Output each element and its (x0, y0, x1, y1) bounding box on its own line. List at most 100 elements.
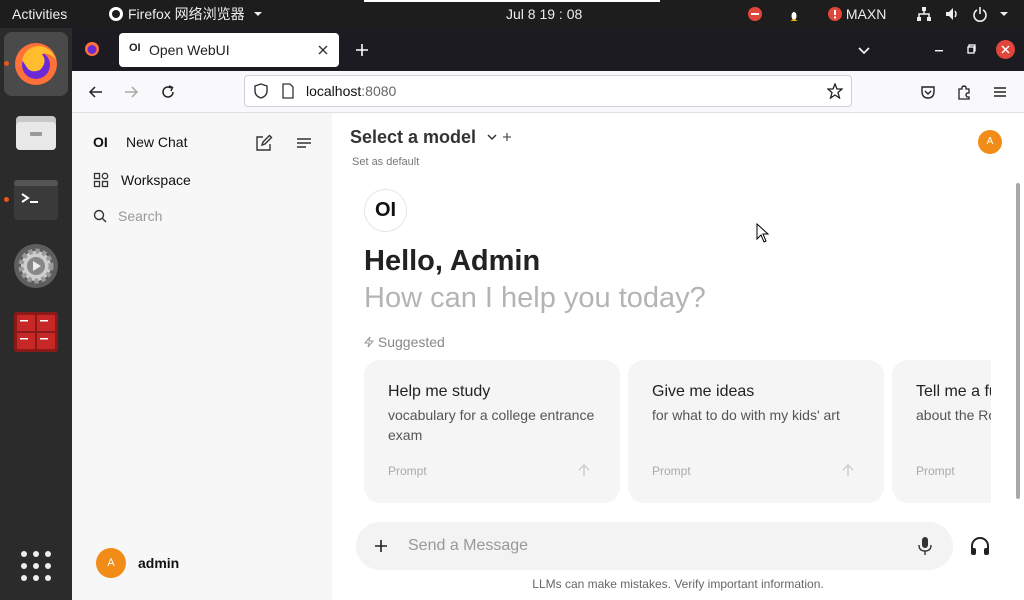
activities-button[interactable]: Activities (12, 0, 67, 28)
firefox-small-icon (109, 7, 123, 21)
suggestion-subtitle: for what to do with my kids' art (652, 407, 840, 423)
volume-icon[interactable] (944, 6, 960, 22)
close-window-button[interactable] (996, 40, 1015, 59)
suggestion-title: Give me ideas (652, 383, 755, 400)
workspace-grid-icon (14, 312, 58, 352)
search-input[interactable]: Search (88, 205, 316, 227)
power-mode-label: MAXN (845, 6, 887, 22)
tab-favicon: OI (129, 42, 141, 54)
tab-strip: OI Open WebUI (72, 28, 1024, 71)
tab-title: Open WebUI (149, 42, 230, 58)
user-name: admin (138, 555, 180, 571)
chat-main: Select a model Set as default A OI Hello… (332, 113, 1024, 600)
page-info-icon[interactable] (281, 83, 295, 99)
dock-settings[interactable] (4, 234, 68, 298)
power-icon[interactable] (972, 6, 988, 22)
suggestion-card[interactable]: Give me ideas for what to do with my kid… (628, 360, 884, 503)
scrollbar[interactable] (1016, 183, 1020, 499)
url-bar[interactable]: localhost:8080 (244, 75, 852, 107)
url-host: localhost (306, 83, 362, 99)
reload-button[interactable] (155, 79, 181, 105)
app-menu[interactable]: Firefox 网络浏览器 (108, 0, 263, 28)
close-icon (1001, 45, 1010, 54)
avatar: A (96, 548, 126, 578)
search-icon (93, 209, 107, 223)
suggestion-card[interactable]: Help me study vocabulary for a college e… (364, 360, 620, 503)
arrow-up-icon (842, 464, 854, 476)
extensions-icon[interactable] (956, 84, 972, 100)
system-top-bar: Activities Firefox 网络浏览器 Jul 8 19 : 08 M… (0, 0, 1024, 28)
pocket-icon[interactable] (920, 84, 936, 100)
sidebar: OI New Chat Workspace Search A admin (72, 113, 332, 600)
screen-indicator (364, 0, 660, 2)
page-content: OI New Chat Workspace Search A admin Sel… (72, 113, 1024, 600)
running-indicator (4, 61, 9, 66)
workspace-label: Workspace (121, 172, 191, 188)
url-text: localhost:8080 (306, 83, 396, 99)
clock[interactable]: Jul 8 19 : 08 (506, 0, 582, 28)
maximize-icon[interactable] (965, 42, 979, 56)
message-input[interactable]: Send a Message (408, 537, 528, 555)
search-placeholder: Search (118, 208, 163, 224)
suggestion-subtitle: vocabulary for a college entrance exam (388, 407, 595, 443)
linux-penguin-icon[interactable] (786, 6, 802, 22)
tab-open-webui[interactable]: OI Open WebUI (119, 33, 339, 67)
power-mode-indicator[interactable]: MAXN (828, 0, 886, 28)
forward-button[interactable] (118, 79, 144, 105)
suggestion-title: Tell me a fun fact (916, 383, 991, 400)
mouse-cursor (756, 223, 770, 243)
workspace-link[interactable]: Workspace (88, 169, 316, 191)
network-icon[interactable] (916, 6, 932, 22)
suggestion-prompt-label: Prompt (916, 464, 955, 478)
suggestion-card[interactable]: Tell me a fun fact about the Roman Empir… (892, 360, 991, 503)
dock-workspaces[interactable] (4, 300, 68, 364)
bookmark-star-icon[interactable] (827, 83, 843, 99)
firefox-view-icon[interactable] (84, 41, 100, 57)
new-tab-icon[interactable] (354, 42, 370, 58)
minimize-icon[interactable] (932, 42, 946, 56)
dock-show-apps[interactable] (4, 534, 68, 598)
reload-icon (162, 85, 174, 98)
microphone-icon[interactable] (918, 536, 932, 556)
user-menu[interactable]: A admin (96, 548, 296, 578)
running-indicator (4, 197, 9, 202)
list-all-tabs-icon[interactable] (856, 42, 872, 58)
dock-terminal[interactable] (4, 168, 68, 232)
message-composer: Send a Message (356, 522, 953, 570)
firefox-window: OI Open WebUI localhost:8080 OI New Chat… (72, 28, 1024, 600)
back-button[interactable] (83, 79, 109, 105)
back-arrow-icon (88, 86, 102, 98)
workspace-icon (93, 172, 109, 188)
shield-icon[interactable] (253, 83, 269, 99)
app-logo: OI (93, 134, 108, 150)
do-not-disturb-icon[interactable] (747, 6, 763, 22)
settings-icon (14, 244, 58, 288)
app-menu-label: Firefox 网络浏览器 (128, 6, 245, 22)
compose-icon[interactable] (255, 134, 273, 152)
close-tab-icon[interactable] (317, 44, 329, 56)
dock (0, 28, 72, 600)
chevron-down-icon (253, 12, 262, 16)
suggestion-subtitle: about the Roman Empire (916, 407, 991, 423)
nav-toolbar: localhost:8080 (72, 71, 1024, 113)
url-port: :8080 (361, 83, 397, 99)
dock-firefox[interactable] (4, 32, 68, 96)
suggestion-prompt-label: Prompt (652, 464, 691, 478)
plus-icon[interactable] (374, 539, 388, 553)
system-menu-chevron-icon[interactable] (996, 6, 1012, 22)
sidebar-menu-icon[interactable] (295, 134, 313, 152)
suggestion-title: Help me study (388, 383, 491, 400)
files-icon (16, 116, 56, 150)
new-chat-button[interactable]: OI New Chat (88, 131, 248, 153)
dock-files[interactable] (4, 100, 68, 164)
suggestion-prompt-label: Prompt (388, 464, 427, 478)
apps-grid-icon (21, 551, 51, 581)
new-chat-label: New Chat (126, 134, 188, 150)
hamburger-menu-icon[interactable] (992, 84, 1008, 100)
firefox-icon (15, 43, 57, 85)
terminal-icon (14, 180, 58, 220)
disclaimer: LLMs can make mistakes. Verify important… (532, 577, 824, 591)
alert-icon (828, 7, 842, 21)
forward-arrow-icon (125, 86, 139, 98)
headphones-icon[interactable] (969, 535, 991, 557)
